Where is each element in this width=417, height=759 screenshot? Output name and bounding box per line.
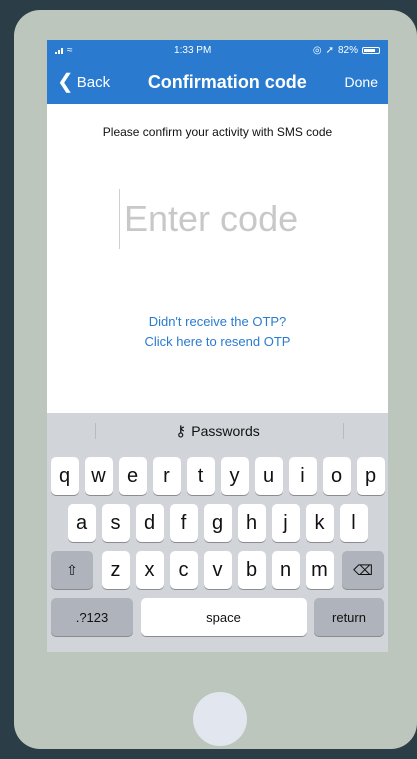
key-u[interactable]: u	[254, 457, 283, 495]
back-label: Back	[76, 73, 111, 91]
battery-icon	[361, 46, 380, 54]
signal-icon	[55, 47, 63, 54]
battery-percent: 82%	[337, 44, 358, 56]
main-content: Please confirm your activity with SMS co…	[47, 104, 388, 433]
key-k[interactable]: k	[305, 504, 334, 542]
key-r[interactable]: r	[152, 457, 181, 495]
shift-key[interactable]: ⇧	[51, 551, 93, 589]
shift-icon: ⇧	[66, 561, 78, 578]
home-button[interactable]	[193, 692, 247, 746]
key-d[interactable]: d	[135, 504, 164, 542]
delete-key[interactable]: ⌫	[342, 551, 384, 589]
key-m[interactable]: m	[305, 551, 334, 589]
location-icon: ➚	[325, 44, 334, 56]
key-i[interactable]: i	[288, 457, 317, 495]
done-button[interactable]: Done	[345, 74, 378, 90]
key-n[interactable]: n	[271, 551, 300, 589]
key-x[interactable]: x	[135, 551, 164, 589]
key-t[interactable]: t	[186, 457, 215, 495]
resend-otp: Didn't receive the OTP? Click here to re…	[47, 312, 388, 352]
key-b[interactable]: b	[237, 551, 266, 589]
status-time: 1:33 PM	[174, 44, 212, 56]
code-field	[119, 189, 364, 249]
keyboard: ⚷ Passwords q w e r t y u i o p a s d f …	[47, 413, 388, 652]
key-e[interactable]: e	[118, 457, 147, 495]
key-icon: ⚷	[175, 422, 187, 440]
keyboard-row-4: .?123 space return	[47, 598, 388, 636]
key-j[interactable]: j	[271, 504, 300, 542]
key-a[interactable]: a	[67, 504, 96, 542]
keyboard-suggestion-bar[interactable]: ⚷ Passwords	[47, 413, 388, 448]
key-o[interactable]: o	[322, 457, 351, 495]
resend-link[interactable]: Click here to resend OTP	[47, 332, 388, 352]
sms-prompt: Please confirm your activity with SMS co…	[102, 125, 333, 139]
keyboard-row-3: ⇧ z x c v b n m ⌫	[47, 551, 388, 589]
phone-screen: ≈ 1:33 PM ◎ ➚ 82% ❮ Back Confirmation co…	[47, 40, 388, 652]
numbers-key[interactable]: .?123	[51, 598, 133, 636]
key-l[interactable]: l	[339, 504, 368, 542]
keyboard-row-2: a s d f g h j k l	[47, 504, 388, 542]
key-h[interactable]: h	[237, 504, 266, 542]
key-q[interactable]: q	[50, 457, 79, 495]
back-button[interactable]: ❮ Back	[57, 72, 110, 92]
key-w[interactable]: w	[84, 457, 113, 495]
code-input[interactable]	[124, 198, 364, 240]
passwords-label: Passwords	[191, 422, 260, 439]
suggestion-divider	[95, 423, 96, 439]
key-f[interactable]: f	[169, 504, 198, 542]
alarm-icon: ◎	[312, 44, 322, 56]
resend-question[interactable]: Didn't receive the OTP?	[47, 312, 388, 332]
text-cursor	[119, 189, 120, 249]
nav-bar: ❮ Back Confirmation code Done	[47, 60, 388, 104]
key-g[interactable]: g	[203, 504, 232, 542]
wifi-icon: ≈	[67, 44, 73, 56]
key-s[interactable]: s	[101, 504, 130, 542]
key-v[interactable]: v	[203, 551, 232, 589]
suggestion-divider	[343, 423, 344, 439]
page-title: Confirmation code	[147, 71, 307, 92]
key-p[interactable]: p	[356, 457, 385, 495]
status-bar: ≈ 1:33 PM ◎ ➚ 82%	[47, 40, 388, 60]
delete-icon: ⌫	[353, 561, 373, 578]
chevron-left-icon: ❮	[57, 71, 74, 93]
key-y[interactable]: y	[220, 457, 249, 495]
key-c[interactable]: c	[169, 551, 198, 589]
keyboard-row-1: q w e r t y u i o p	[47, 457, 388, 495]
return-key[interactable]: return	[314, 598, 384, 636]
space-key[interactable]: space	[140, 598, 307, 636]
key-z[interactable]: z	[101, 551, 130, 589]
